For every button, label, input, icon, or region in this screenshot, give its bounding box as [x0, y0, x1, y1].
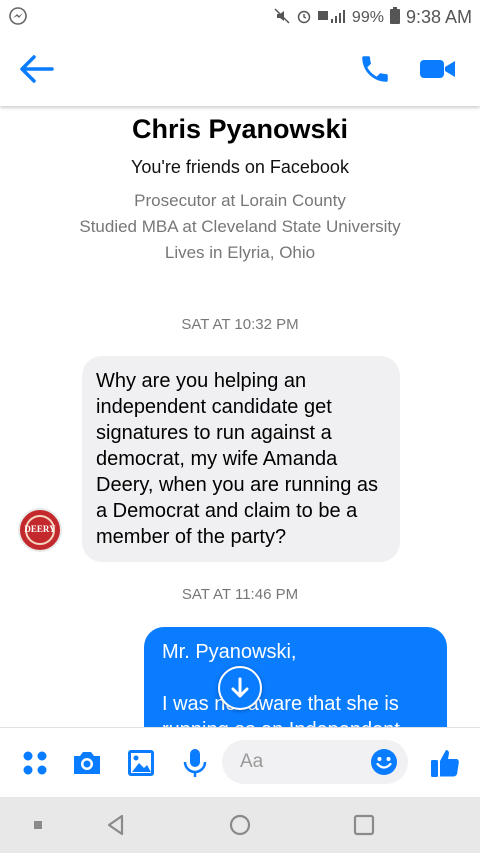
battery-percent: 99% — [351, 8, 384, 26]
alarm-icon — [296, 8, 312, 28]
timestamp: SAT AT 10:32 PM — [181, 316, 299, 333]
profile-summary: Chris Pyanowski You're friends on Facebo… — [0, 112, 480, 266]
network-icon — [317, 8, 346, 28]
scroll-down-button[interactable] — [218, 666, 262, 710]
profile-work: Prosecutor at Lorain County — [134, 191, 346, 210]
phone-icon[interactable] — [358, 52, 392, 86]
contact-name: Chris Pyanowski — [131, 114, 349, 144]
back-triangle-icon[interactable] — [102, 811, 130, 839]
avatar-label: DEERY — [24, 524, 56, 534]
profile-education: Studied MBA at Cleveland State Universit… — [79, 217, 401, 236]
friends-note: You're friends on Facebook — [131, 157, 349, 177]
incoming-message[interactable]: Why are you helping an independent candi… — [82, 356, 400, 562]
message-composer — [0, 727, 480, 797]
conversation-header — [0, 34, 480, 106]
arrow-down-icon — [231, 677, 249, 698]
battery-icon — [389, 7, 400, 28]
microphone-icon[interactable] — [178, 746, 212, 780]
outgoing-line: I was not aware that she is — [162, 693, 399, 715]
thumbs-up-icon[interactable] — [428, 746, 462, 780]
mute-icon — [274, 7, 290, 28]
status-bar: 99% 9:38 AM — [0, 0, 480, 34]
recents-square-icon[interactable] — [24, 811, 52, 839]
system-nav-bar — [0, 797, 480, 853]
overview-square-icon[interactable] — [350, 811, 378, 839]
avatar[interactable]: DEERY — [18, 508, 62, 552]
message-input-box — [222, 740, 408, 784]
clock-time: 9:38 AM — [405, 7, 472, 27]
profile-details: Prosecutor at Lorain County Studied MBA … — [0, 188, 480, 266]
outgoing-message[interactable]: Mr. Pyanowski, I was not aware that she … — [144, 627, 447, 737]
video-camera-icon[interactable] — [418, 54, 458, 84]
home-circle-icon[interactable] — [226, 811, 254, 839]
profile-location: Lives in Elyria, Ohio — [164, 243, 316, 262]
emoji-icon[interactable] — [370, 748, 398, 776]
more-options-icon[interactable] — [18, 746, 52, 780]
camera-icon[interactable] — [70, 746, 104, 780]
arrow-left-icon[interactable] — [18, 52, 58, 86]
gallery-icon[interactable] — [124, 746, 158, 780]
message-input[interactable] — [238, 748, 362, 776]
timestamp: SAT AT 11:46 PM — [181, 586, 299, 603]
outgoing-line: Mr. Pyanowski, — [162, 641, 297, 663]
messenger-icon — [8, 6, 28, 31]
